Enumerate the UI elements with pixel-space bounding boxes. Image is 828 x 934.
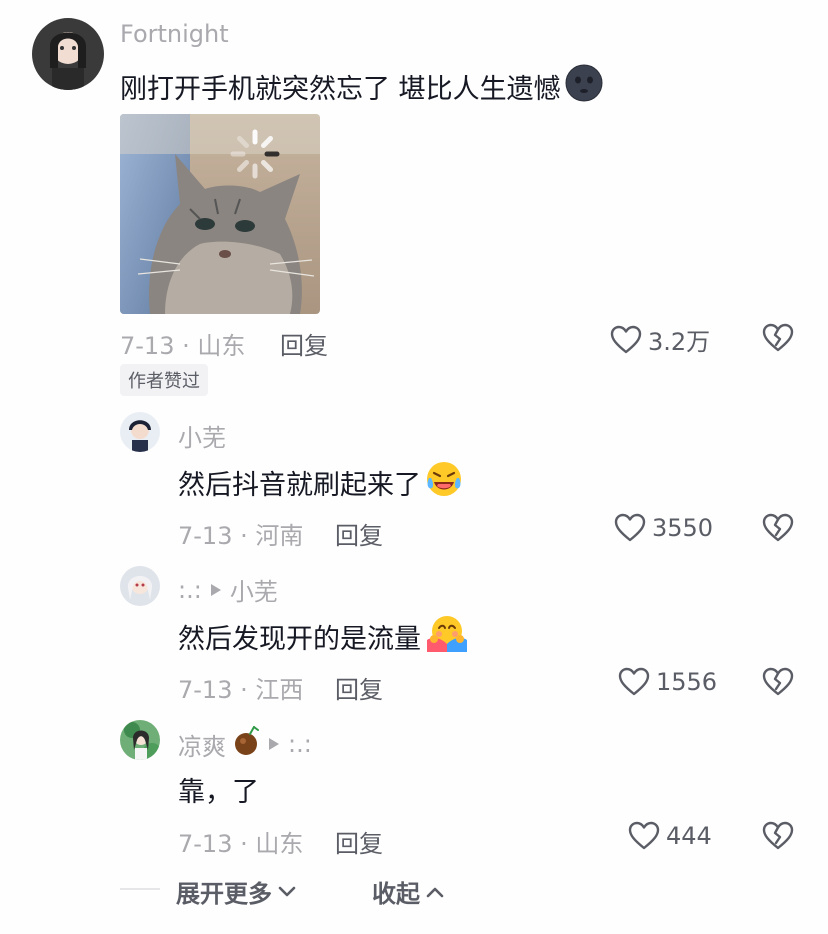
username-text[interactable]: 小芜 [178,418,226,453]
divider [120,888,160,890]
avatar[interactable] [32,18,104,90]
date-location: 7-13 · 山东 [178,830,304,858]
expand-more-button[interactable]: 展开更多 [176,874,296,909]
top-comment: Fortnight 刚打开手机就突然忘了 堪比人生遗憾 7-13 · 山东 回复… [0,0,828,400]
heart-icon [610,324,642,356]
username[interactable]: Fortnight [120,20,229,48]
broken-heart-icon [762,666,794,698]
broken-heart-icon [762,512,794,544]
reply-comment: 小芜 然后抖音就刷起来了 7-13 · 河南 回复 3550 [0,408,828,558]
laugh-cry-emoji-icon [425,460,463,505]
username[interactable]: 凉爽 :.: [178,726,312,762]
reply-arrow-icon [210,583,222,597]
like-button[interactable]: 1556 [618,666,717,698]
broken-heart-icon [762,322,794,354]
hug-face-emoji-icon [425,614,469,659]
reply-button[interactable]: 回复 [335,516,383,551]
reply-arrow-icon [268,737,280,751]
username[interactable]: 小芜 [178,418,226,453]
username-text[interactable]: :.: [178,576,202,604]
reply-to-username[interactable]: 小芜 [230,572,278,607]
reply-button[interactable]: 回复 [335,824,383,859]
comment-text-body: 然后抖音就刷起来了 [178,470,421,501]
dislike-button[interactable] [762,666,794,702]
username[interactable]: :.: 小芜 [178,572,278,607]
comment-text: 靠，了 [178,770,259,809]
like-button[interactable]: 444 [628,820,712,852]
chevron-up-icon [426,887,444,897]
comment-text: 然后发现开的是流量 [178,614,469,659]
chevron-down-icon [278,886,296,896]
dislike-button[interactable] [762,820,794,856]
like-button[interactable]: 3.2万 [610,322,710,357]
date-location: 7-13 · 江西 [178,676,304,704]
author-liked-badge: 作者赞过 [120,364,208,396]
date-location: 7-13 · 河南 [178,522,304,550]
broken-heart-icon [762,820,794,852]
coconut-emoji-icon [232,726,260,762]
reply-button[interactable]: 回复 [335,670,383,705]
like-count: 3.2万 [648,328,711,356]
comment-image[interactable] [120,114,320,314]
comment-text: 刚打开手机就突然忘了 堪比人生遗憾 [120,64,603,109]
username-text[interactable]: 凉爽 [178,727,226,762]
heart-icon [628,820,660,852]
avatar[interactable] [120,720,160,760]
comment-text: 然后抖音就刷起来了 [178,460,463,505]
dislike-button[interactable] [762,322,794,358]
comment-text-body: 刚打开手机就突然忘了 堪比人生遗憾 [120,74,561,105]
like-button[interactable]: 3550 [614,512,713,544]
comment-text-body: 靠，了 [178,777,259,808]
like-count: 444 [666,822,712,850]
avatar[interactable] [120,412,160,452]
heart-icon [614,512,646,544]
like-count: 1556 [656,668,718,696]
collapse-button[interactable]: 收起 [372,874,444,909]
reply-comment: 凉爽 :.: 靠，了 7-13 · 山东 回复 444 [0,718,828,868]
avatar[interactable] [120,566,160,606]
expand-more-label: 展开更多 [176,880,272,908]
reply-comment: :.: 小芜 然后发现开的是流量 7-13 · 江西 回复 1556 [0,564,828,714]
collapse-label: 收起 [372,880,420,908]
dislike-button[interactable] [762,512,794,548]
heart-icon [618,666,650,698]
username-text[interactable]: Fortnight [120,20,229,48]
reply-to-username[interactable]: :.: [288,730,312,758]
dark-face-emoji-icon [565,64,603,109]
like-count: 3550 [652,514,714,542]
date-location: 7-13 · 山东 [120,332,246,360]
reply-button[interactable]: 回复 [280,326,328,361]
comment-text-body: 然后发现开的是流量 [178,624,421,655]
